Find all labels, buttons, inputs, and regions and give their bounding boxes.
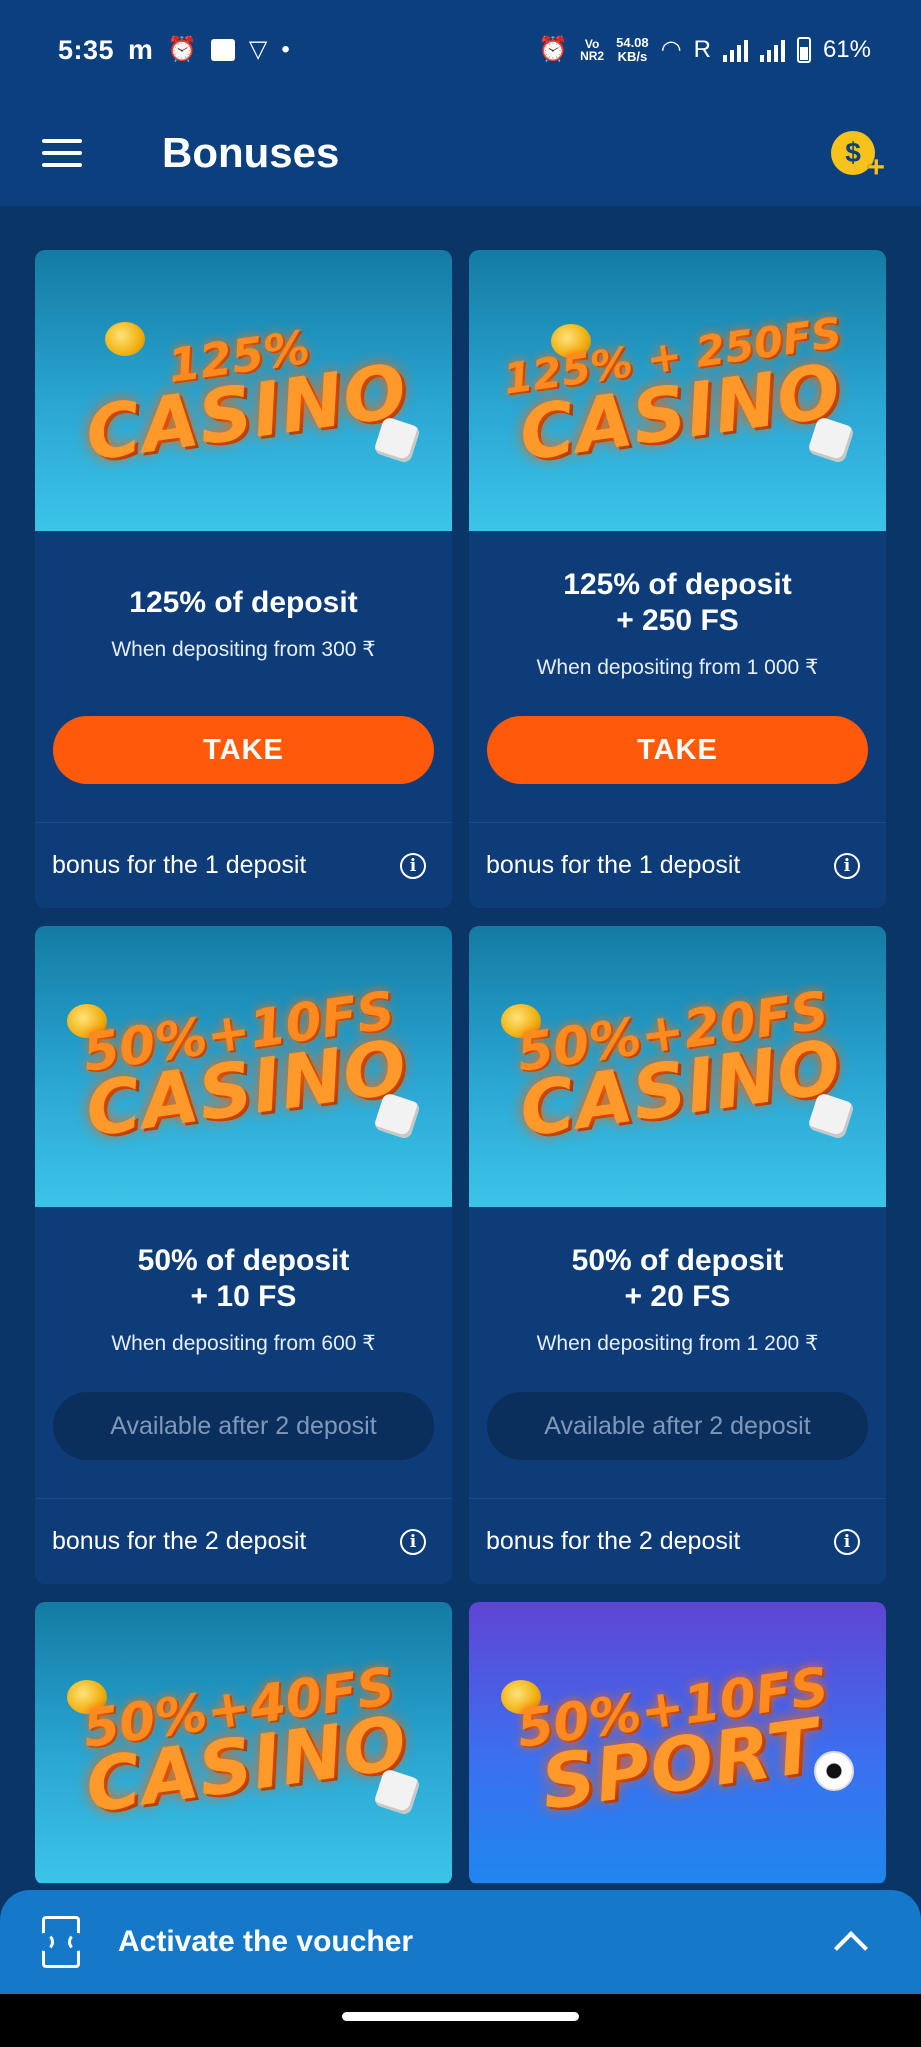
bonus-banner: 50%+20FS CASINO	[469, 926, 886, 1207]
status-bar: 5:35 m ⏰ ▽ • ⏰ Vo NR2 54.08 KB/s ◠ R 61%	[0, 0, 921, 100]
dot-icon: •	[281, 36, 290, 63]
status-time: 5:35	[58, 34, 115, 65]
card-footer: bonus for the 2 deposit i	[35, 1498, 452, 1584]
card-body: 50% of deposit + 10 FS When depositing f…	[35, 1207, 452, 1392]
card-footer: bonus for the 2 deposit i	[469, 1498, 886, 1584]
bonus-card: 50%+20FS CASINO 50% of deposit + 20 FS W…	[469, 926, 886, 1584]
take-button[interactable]: TAKE	[53, 716, 434, 784]
alarm-icon: ⏰	[166, 36, 197, 63]
menu-icon[interactable]	[42, 139, 82, 167]
bonus-banner: 50%+40FS CASINO	[35, 1602, 452, 1883]
bonus-banner: 125% + 250FS CASINO	[469, 250, 886, 531]
card-footer: bonus for the 1 deposit i	[35, 822, 452, 908]
volte-indicator: Vo NR2	[580, 37, 605, 63]
battery-icon	[796, 37, 811, 63]
bonus-card: 125% CASINO 125% of deposit When deposit…	[35, 250, 452, 908]
offer-title: 125% of deposit + 250 FS	[563, 568, 792, 637]
info-icon[interactable]: i	[834, 1528, 860, 1555]
banner-text: 50%+40FS CASINO	[76, 1656, 412, 1829]
home-gesture-handle[interactable]	[342, 2012, 579, 2021]
network-speed-value: 54.08	[616, 35, 649, 50]
button-area: TAKE	[35, 716, 452, 822]
locked-bonus-button[interactable]: Available after 2 deposit	[53, 1392, 434, 1460]
roaming-indicator: R	[693, 36, 711, 63]
locked-bonus-button[interactable]: Available after 2 deposit	[487, 1392, 868, 1460]
button-area: TAKE	[469, 716, 886, 822]
banner-text: 50%+10FS CASINO	[76, 980, 412, 1153]
offer-subtitle: When depositing from 600 ₹	[111, 1332, 376, 1355]
offer-title: 50% of deposit + 10 FS	[137, 1244, 350, 1313]
ticket-icon	[42, 1916, 80, 1968]
deposit-requirement: bonus for the 2 deposit	[52, 1527, 307, 1555]
chevron-up-icon[interactable]	[834, 1931, 868, 1965]
bonus-banner: 50%+10FS SPORT	[469, 1602, 886, 1883]
deposit-requirement: bonus for the 2 deposit	[486, 1527, 741, 1555]
card-body: 125% of deposit + 250 FS When depositing…	[469, 531, 886, 716]
network-speed: 54.08 KB/s	[616, 36, 649, 64]
button-area: Available after 2 deposit	[35, 1392, 452, 1498]
dollar-icon: $	[845, 137, 861, 168]
info-icon[interactable]: i	[400, 1528, 426, 1555]
status-left: 5:35 m ⏰ ▽ •	[58, 35, 290, 66]
soccer-ball-icon	[814, 1751, 854, 1791]
network-speed-unit: KB/s	[617, 49, 648, 64]
offer-subtitle: When depositing from 1 000 ₹	[536, 656, 819, 679]
button-area: Available after 2 deposit	[469, 1392, 886, 1498]
page-title: Bonuses	[162, 129, 340, 176]
status-right: ⏰ Vo NR2 54.08 KB/s ◠ R 61%	[538, 36, 871, 64]
offer-title: 50% of deposit + 20 FS	[571, 1244, 784, 1313]
bonus-card: 125% + 250FS CASINO 125% of deposit + 25…	[469, 250, 886, 908]
bonus-card: 50%+10FS SPORT	[469, 1602, 886, 1885]
app-header: Bonuses $ +	[0, 100, 921, 206]
bonus-banner: 125% CASINO	[35, 250, 452, 531]
voucher-label: Activate the voucher	[118, 1925, 414, 1958]
deposit-requirement: bonus for the 1 deposit	[52, 851, 307, 879]
bonus-card: 50%+10FS CASINO 50% of deposit + 10 FS W…	[35, 926, 452, 1584]
card-body: 125% of deposit When depositing from 300…	[35, 531, 452, 716]
card-body: 50% of deposit + 20 FS When depositing f…	[469, 1207, 886, 1392]
deposit-button[interactable]: $ +	[831, 131, 885, 184]
plus-icon: +	[867, 151, 885, 184]
vpn-icon: ▽	[248, 36, 268, 63]
banner-text: 50%+20FS CASINO	[510, 980, 846, 1153]
deposit-requirement: bonus for the 1 deposit	[486, 851, 741, 879]
game-app-icon	[210, 39, 235, 61]
signal-icon	[759, 38, 785, 62]
info-icon[interactable]: i	[834, 852, 860, 879]
bonus-banner: 50%+10FS CASINO	[35, 926, 452, 1207]
activate-voucher-bar[interactable]: Activate the voucher	[0, 1890, 921, 1994]
m-app-icon: m	[128, 34, 153, 65]
wifi-icon: ◠	[660, 36, 682, 63]
bonus-grid: 125% CASINO 125% of deposit When deposit…	[35, 250, 886, 1885]
take-button[interactable]: TAKE	[487, 716, 868, 784]
banner-text: 50%+10FS SPORT	[513, 1656, 840, 1826]
card-footer: bonus for the 1 deposit i	[469, 822, 886, 908]
offer-subtitle: When depositing from 1 200 ₹	[536, 1332, 819, 1355]
signal-icon	[722, 38, 748, 62]
offer-title: 125% of deposit	[129, 586, 358, 619]
offer-subtitle: When depositing from 300 ₹	[111, 638, 376, 661]
alarm-icon: ⏰	[538, 36, 569, 63]
battery-level: 61%	[822, 36, 871, 63]
info-icon[interactable]: i	[400, 852, 426, 879]
system-nav-bar	[0, 1994, 921, 2047]
bonus-card: 50%+40FS CASINO	[35, 1602, 452, 1885]
